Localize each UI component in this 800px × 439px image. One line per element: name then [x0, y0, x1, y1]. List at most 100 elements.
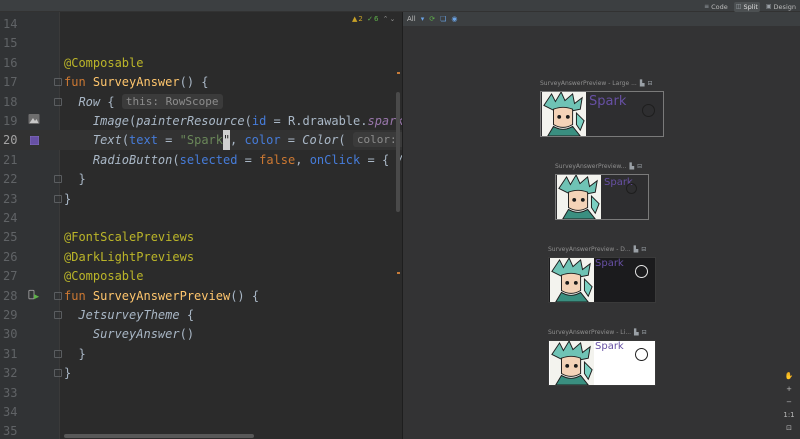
code-line[interactable]: 19 Image(painterResource(id = R.drawable…: [0, 111, 411, 131]
code-line[interactable]: 17 fun SurveyAnswer() {: [0, 72, 402, 92]
filter-dropdown[interactable]: All: [407, 15, 416, 23]
preview-surface: Spark: [540, 91, 664, 137]
design-icon: ▣: [765, 3, 772, 10]
pin-icon: ▙: [639, 80, 645, 87]
line-number: 18: [3, 94, 18, 109]
radio-button[interactable]: [642, 104, 655, 117]
run-preview-icon[interactable]: [28, 289, 40, 301]
error-stripe-mark[interactable]: [397, 272, 400, 274]
code-line[interactable]: 14: [0, 14, 402, 34]
code-line[interactable]: 25 @FontScalePreviews: [0, 227, 402, 247]
fold-marker-icon[interactable]: [54, 311, 62, 319]
split-mode-button[interactable]: ◫ Split: [733, 1, 760, 12]
code-text: @Composable: [64, 55, 144, 70]
zoom-in-icon[interactable]: +: [786, 385, 792, 394]
code-line[interactable]: 21 RadioButton(selected = false, onClick…: [0, 150, 411, 170]
radio-button[interactable]: [626, 183, 637, 194]
code-line[interactable]: 18 Row { this: RowScope: [0, 92, 402, 112]
radio-button[interactable]: [635, 348, 648, 361]
design-mode-button[interactable]: ▣ Design: [764, 2, 798, 12]
error-stripe-mark[interactable]: [397, 72, 400, 74]
line-number: 35: [3, 424, 18, 439]
code-editor[interactable]: 14 15 16 @Composable 17 fun SurveyAnswer() {1…: [0, 12, 434, 439]
line-number: 15: [3, 36, 18, 51]
code-text: fun SurveyAnswer() {: [64, 75, 209, 90]
compose-preview-pane: All ▾ ⟳ ❏ ◉ SurveyAnswerPreview - Large …: [403, 12, 800, 439]
pin-icon: ▙: [633, 246, 639, 253]
line-number: 26: [3, 249, 18, 264]
fold-marker-icon[interactable]: [54, 175, 62, 184]
code-text: Image(painterResource(id = R.drawable.sp…: [92, 114, 411, 128]
fold-marker-icon[interactable]: [54, 291, 62, 300]
code-line[interactable]: 31 }: [0, 344, 402, 364]
code-text: }: [64, 191, 72, 206]
line-number: 32: [3, 366, 18, 381]
palette-icon[interactable]: ◉: [451, 15, 457, 23]
line-number: 30: [3, 327, 18, 342]
pin-icon: ▙: [629, 163, 635, 170]
code-text: SurveyAnswer(): [92, 327, 195, 342]
view-mode-switcher: ≡ Code ◫ Split ▣ Design: [702, 1, 798, 12]
zoom-out-icon[interactable]: −: [786, 398, 792, 407]
color-swatch-icon[interactable]: [30, 136, 39, 145]
answer-text: Spark: [595, 341, 624, 352]
chevron-down-icon[interactable]: ▾: [421, 15, 425, 23]
line-number: 21: [3, 152, 18, 167]
preview-card-large-font[interactable]: SurveyAnswerPreview - Large ... ▙ ⊟ Spark: [540, 80, 670, 142]
line-number: 17: [3, 75, 18, 90]
nav-arrows-icon[interactable]: ⌃⌄: [383, 15, 397, 23]
radio-button[interactable]: [635, 265, 648, 278]
code-line[interactable]: 33: [0, 383, 402, 403]
horizontal-scrollbar[interactable]: [64, 434, 254, 438]
code-line[interactable]: 16 @Composable: [0, 53, 402, 73]
pan-icon[interactable]: ✋: [785, 372, 794, 381]
code-line[interactable]: 24: [0, 208, 402, 228]
zoom-to-fit-icon[interactable]: ⊡: [786, 424, 792, 433]
line-number: 29: [3, 308, 18, 322]
fold-marker-icon[interactable]: [54, 349, 62, 358]
deploy-icon: ⊟: [641, 329, 647, 336]
deploy-icon: ⊟: [647, 80, 653, 87]
code-line[interactable]: 34: [0, 402, 402, 422]
code-text: JetsurveyTheme {: [78, 308, 195, 322]
preview-card-light[interactable]: SurveyAnswerPreview - Li... ▙ ⊟ Spark: [548, 329, 663, 389]
preview-surface: Spark: [548, 340, 656, 386]
line-number: 33: [3, 385, 18, 400]
preview-label: SurveyAnswerPreview - Large ... ▙ ⊟: [540, 80, 653, 87]
code-text: }: [64, 172, 86, 187]
layers-icon[interactable]: ❏: [440, 15, 446, 23]
split-icon: ◫: [735, 3, 742, 10]
image-preview-icon[interactable]: [28, 113, 40, 125]
vertical-scrollbar[interactable]: [396, 92, 400, 212]
zoom-actual-size-icon[interactable]: 1:1: [783, 411, 794, 420]
code-line[interactable]: 26 @DarkLightPreviews: [0, 247, 402, 267]
design-mode-label: Design: [773, 2, 796, 11]
preview-card-default[interactable]: SurveyAnswerPreview... ▙ ⊟ Spark: [555, 163, 655, 223]
code-line[interactable]: 28 fun SurveyAnswerPreview() {: [0, 286, 402, 306]
code-line[interactable]: 32}: [0, 363, 402, 383]
code-line[interactable]: 20 Text(text = "Spark", color = Color( c…: [0, 130, 434, 151]
line-number: 25: [3, 230, 18, 245]
code-line[interactable]: 15: [0, 33, 402, 53]
preview-card-dark[interactable]: SurveyAnswerPreview - D... ▙ ⊟ Spark: [548, 246, 663, 306]
code-text: Row { this: RowScope: [64, 92, 223, 112]
fold-marker-icon[interactable]: [54, 97, 62, 106]
code-text: @Composable: [64, 269, 144, 284]
code-line[interactable]: 22 }: [0, 169, 402, 189]
code-text: @DarkLightPreviews: [64, 249, 195, 264]
refresh-icon[interactable]: ⟳: [429, 15, 435, 23]
preview-label: SurveyAnswerPreview - D... ▙ ⊟: [548, 246, 647, 253]
inspection-indicators[interactable]: ▲2 ✓6 ⌃⌄: [352, 15, 396, 23]
code-line[interactable]: 27 @Composable: [0, 266, 402, 286]
fold-marker-icon[interactable]: [54, 369, 62, 378]
fold-marker-icon[interactable]: [54, 194, 62, 203]
line-number: 20: [3, 133, 18, 148]
line-number: 28: [3, 288, 18, 303]
fold-marker-icon[interactable]: [54, 78, 62, 87]
line-number: 34: [3, 405, 18, 419]
code-line[interactable]: 23}: [0, 189, 402, 209]
code-icon: ≡: [704, 3, 710, 10]
code-line[interactable]: 29 JetsurveyTheme {: [0, 305, 402, 325]
code-mode-button[interactable]: ≡ Code: [702, 2, 730, 12]
code-line[interactable]: 30 SurveyAnswer(): [0, 324, 402, 344]
